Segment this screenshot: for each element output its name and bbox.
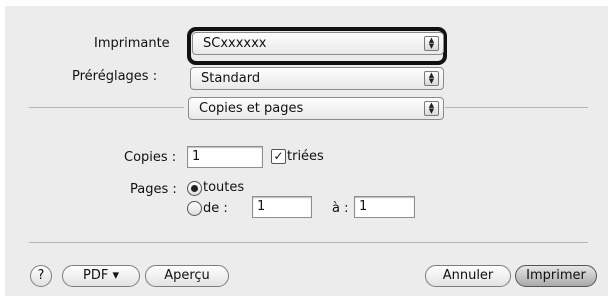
pages-range-radio[interactable] (187, 201, 202, 216)
pages-from-field[interactable]: 1 (252, 196, 312, 218)
pages-all-radio[interactable] (187, 181, 202, 196)
cancel-label: Annuler (442, 268, 494, 283)
collate-checkbox[interactable]: ✓ (271, 149, 286, 164)
section-value: Copies et pages (199, 101, 304, 116)
pages-all-label: toutes (203, 180, 245, 195)
print-dialog: Imprimante SCxxxxxx ▲ ▼ Préréglages : Sta… (5, 6, 608, 296)
presets-label: Préréglages : (72, 69, 158, 84)
printer-popup[interactable]: SCxxxxxx ▲ ▼ (192, 32, 444, 55)
section-divider-left (29, 107, 184, 108)
printer-label: Imprimante (94, 36, 170, 51)
checkmark-icon: ✓ (273, 149, 284, 163)
footer-divider (29, 242, 588, 243)
print-label: Imprimer (526, 268, 586, 283)
printer-value: SCxxxxxx (203, 36, 267, 51)
preview-button[interactable]: Aperçu (145, 265, 229, 287)
section-popup[interactable]: Copies et pages ▲ ▼ (188, 97, 444, 120)
copies-label: Copies : (124, 150, 177, 165)
pages-from-value: 1 (257, 199, 266, 214)
pages-from-label: de : (203, 201, 228, 216)
help-icon[interactable]: ? (30, 265, 52, 287)
cancel-button[interactable]: Annuler (425, 265, 511, 287)
pdf-label: PDF ▾ (83, 268, 119, 283)
copies-field[interactable]: 1 (187, 146, 263, 168)
pages-to-field[interactable]: 1 (354, 196, 415, 218)
presets-popup[interactable]: Standard ▲ ▼ (190, 67, 444, 90)
presets-value: Standard (201, 71, 261, 86)
collate-label: triées (287, 149, 324, 164)
section-divider-right (445, 107, 588, 108)
updown-arrows-icon: ▲ ▼ (424, 71, 439, 86)
pages-label: Pages : (130, 182, 177, 197)
updown-arrows-icon: ▲ ▼ (424, 101, 439, 116)
preview-label: Aperçu (164, 268, 210, 283)
pdf-button[interactable]: PDF ▾ (62, 265, 140, 287)
updown-arrows-icon: ▲ ▼ (424, 36, 439, 51)
copies-value: 1 (192, 149, 201, 164)
print-button[interactable]: Imprimer (515, 265, 597, 287)
help-label: ? (37, 268, 45, 283)
pages-to-label: à : (332, 201, 349, 216)
pages-to-value: 1 (359, 199, 368, 214)
